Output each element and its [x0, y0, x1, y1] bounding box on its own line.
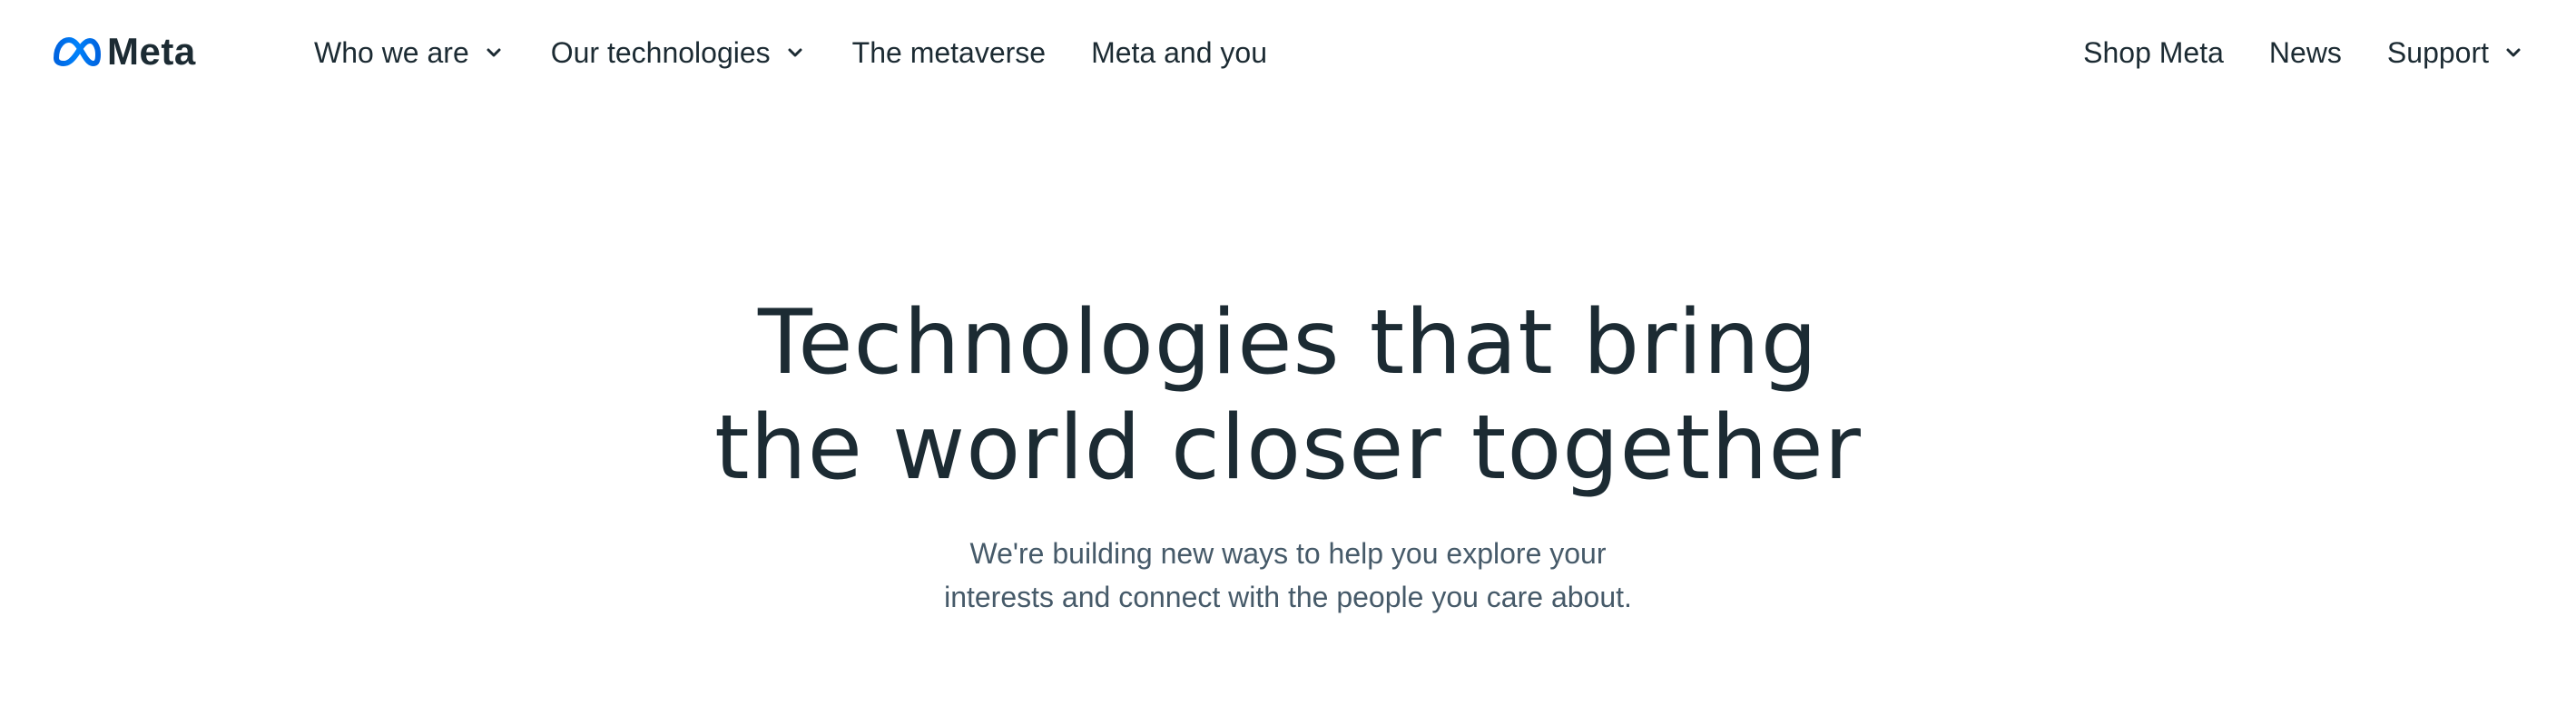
site-header: Meta Who we are Our technologies The met… — [0, 0, 2576, 107]
nav-item-label: Our technologies — [550, 35, 771, 69]
secondary-nav: Shop Meta News Support — [2038, 33, 2525, 73]
nav-item-label: Support — [2386, 35, 2489, 69]
nav-item-label: Who we are — [314, 35, 469, 69]
hero-subtitle-line: We're building new ways to help you expl… — [969, 537, 1607, 570]
brand-name: Meta — [107, 30, 196, 73]
nav-the-metaverse[interactable]: The metaverse — [852, 36, 1046, 70]
nav-news[interactable]: News — [2269, 36, 2342, 70]
nav-who-we-are[interactable]: Who we are — [314, 36, 506, 70]
nav-meta-and-you[interactable]: Meta and you — [1091, 36, 1267, 70]
nav-item-label: Meta and you — [1091, 35, 1267, 69]
hero-title-line: the world closer together — [714, 396, 1862, 500]
hero-subtitle: We're building new ways to help you expl… — [834, 532, 1742, 619]
nav-item-label: The metaverse — [851, 35, 1047, 69]
nav-item-label: Shop Meta — [2083, 35, 2224, 69]
chevron-down-icon — [783, 41, 807, 64]
hero-section: Technologies that bring the world closer… — [0, 290, 2576, 619]
meta-infinity-icon — [51, 36, 102, 67]
meta-logo-link[interactable]: Meta — [51, 29, 196, 74]
primary-nav: Who we are Our technologies The metavers… — [314, 33, 1313, 73]
chevron-down-icon — [482, 41, 506, 64]
chevron-down-icon — [2502, 41, 2525, 64]
nav-support[interactable]: Support — [2387, 36, 2525, 70]
nav-our-technologies[interactable]: Our technologies — [551, 36, 807, 70]
hero-subtitle-line: interests and connect with the people yo… — [944, 581, 1632, 613]
hero-title: Technologies that bring the world closer… — [698, 290, 1878, 501]
nav-shop-meta[interactable]: Shop Meta — [2083, 36, 2224, 70]
hero-title-line: Technologies that bring — [758, 291, 1818, 395]
page: Meta Who we are Our technologies The met… — [0, 0, 2576, 724]
nav-item-label: News — [2268, 35, 2342, 69]
